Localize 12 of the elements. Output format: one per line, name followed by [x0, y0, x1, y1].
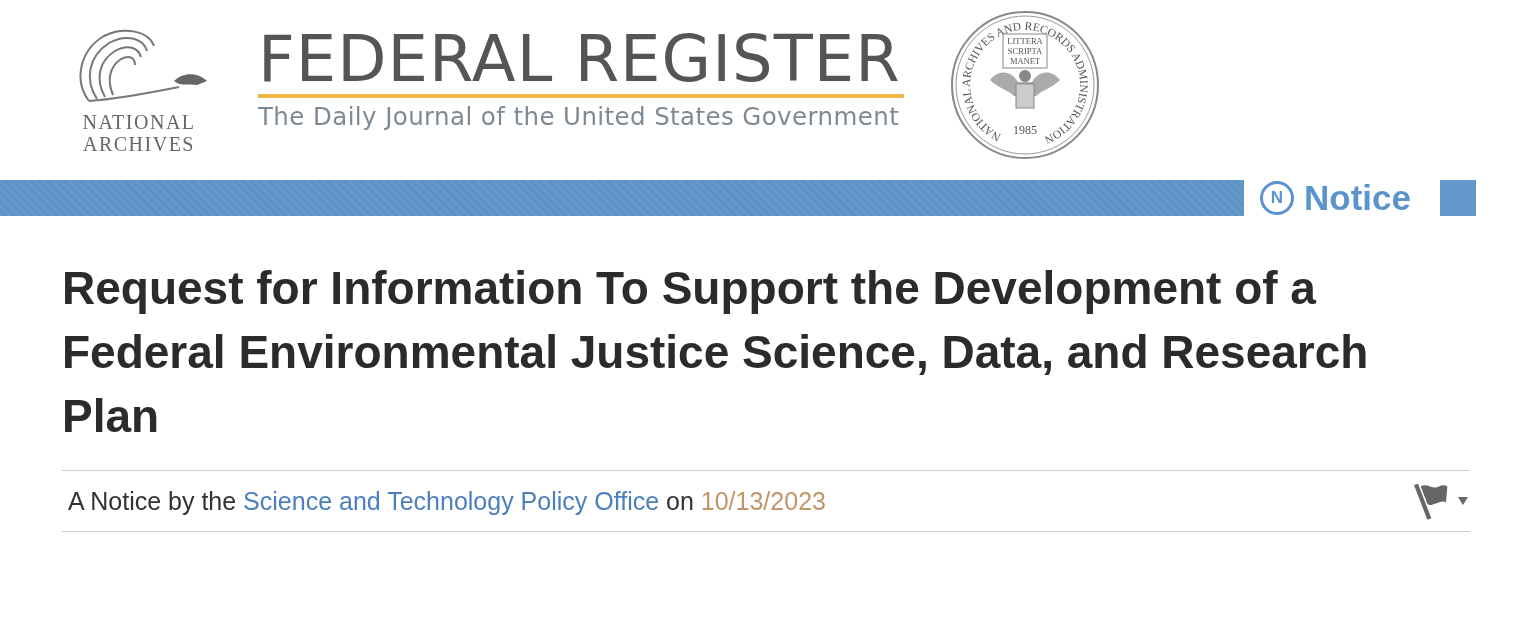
byline: A Notice by the Science and Technology Policy Office on 10/13/2023 — [68, 486, 826, 516]
logo-wordmark: ARCHIVES — [83, 133, 195, 155]
logo-wordmark: NATIONAL — [82, 111, 196, 133]
site-tagline: The Daily Journal of the United States Government — [258, 101, 901, 131]
agency-link[interactable]: Science and Technology Policy Office — [243, 486, 660, 515]
site-title: FEDERAL REGISTER — [258, 25, 902, 92]
notice-icon: N — [1260, 181, 1294, 215]
document-type-label: Notice — [1304, 178, 1411, 218]
date-link[interactable]: 10/13/2023 — [700, 486, 826, 515]
caret-icon — [1458, 497, 1468, 505]
stripe-block — [1440, 180, 1476, 216]
document-title: Request for Information To Support the Development of a Federal Environmental Justice Science, Data, and Research Plan — [62, 261, 1370, 444]
